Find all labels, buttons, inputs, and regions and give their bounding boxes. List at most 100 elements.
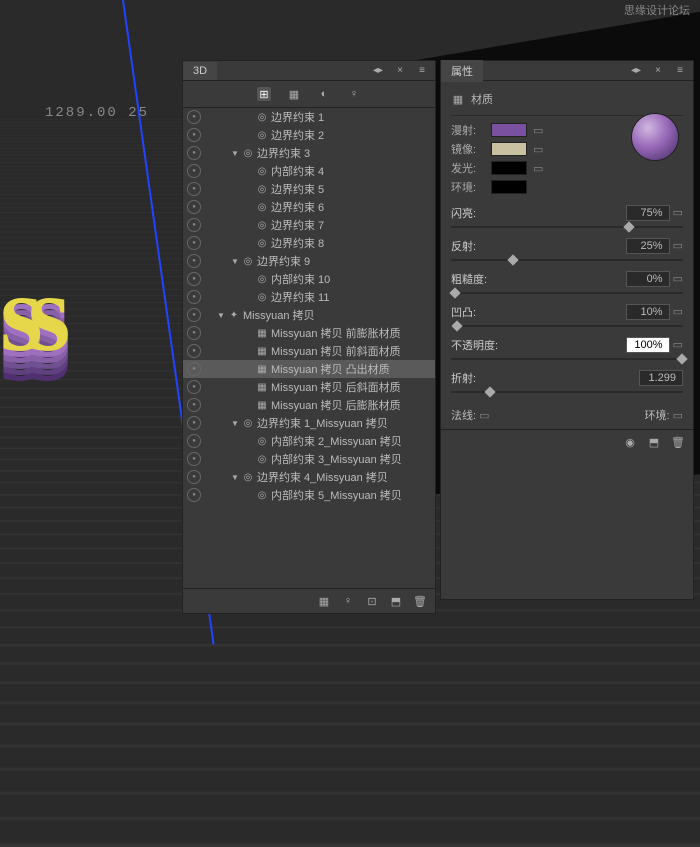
visibility-toggle[interactable]: [187, 200, 201, 214]
layer-row[interactable]: ▼✦Missyuan 拷贝: [183, 306, 435, 324]
layer-row[interactable]: ▦Missyuan 拷贝 凸出材质: [183, 360, 435, 378]
layer-row[interactable]: ▼◎边界约束 3: [183, 144, 435, 162]
folder-icon[interactable]: ▭: [673, 273, 683, 285]
footer-trash-icon[interactable]: 🗑: [671, 435, 685, 449]
diffuse-swatch[interactable]: [491, 123, 527, 137]
folder-icon[interactable]: ▭: [673, 207, 683, 219]
visibility-toggle[interactable]: [187, 164, 201, 178]
panel-tab-3d[interactable]: 3D: [183, 62, 217, 80]
reflect-value[interactable]: 25%: [626, 238, 670, 254]
visibility-toggle[interactable]: [187, 254, 201, 268]
collapse-icon[interactable]: ◂▸: [371, 64, 385, 78]
visibility-toggle[interactable]: [187, 308, 201, 322]
material-preview-sphere[interactable]: [631, 113, 679, 161]
footer-sphere-icon[interactable]: ◉: [623, 435, 637, 449]
bump-slider[interactable]: [451, 325, 683, 327]
expand-arrow-icon[interactable]: ▼: [217, 311, 227, 320]
layer-row[interactable]: ▦Missyuan 拷贝 前膨胀材质: [183, 324, 435, 342]
folder-icon[interactable]: ▭: [533, 143, 543, 156]
folder-icon[interactable]: ▭: [533, 162, 543, 175]
footer-trash-icon[interactable]: 🗑: [413, 594, 427, 608]
visibility-toggle[interactable]: [187, 416, 201, 430]
folder-icon[interactable]: ▭: [533, 124, 543, 137]
layer-label: 边界约束 7: [269, 217, 324, 233]
menu-icon[interactable]: ≡: [673, 64, 687, 78]
opacity-slider[interactable]: [451, 358, 683, 360]
close-icon[interactable]: ×: [393, 64, 407, 78]
mesh-icon[interactable]: ▦: [287, 87, 301, 101]
folder-icon[interactable]: ▭: [479, 410, 489, 422]
expand-arrow-icon[interactable]: ▼: [231, 473, 241, 482]
layer-row[interactable]: ▦Missyuan 拷贝 后膨胀材质: [183, 396, 435, 414]
visibility-toggle[interactable]: [187, 290, 201, 304]
visibility-toggle[interactable]: [187, 218, 201, 232]
specular-swatch[interactable]: [491, 142, 527, 156]
visibility-toggle[interactable]: [187, 110, 201, 124]
expand-arrow-icon[interactable]: ▼: [231, 149, 241, 158]
layer-row[interactable]: ◎边界约束 2: [183, 126, 435, 144]
layer-row[interactable]: ▦Missyuan 拷贝 前斜面材质: [183, 342, 435, 360]
opacity-value[interactable]: 100%: [626, 337, 670, 353]
layer-row[interactable]: ▼◎边界约束 9: [183, 252, 435, 270]
layer-row[interactable]: ◎内部约束 5_Missyuan 拷贝: [183, 486, 435, 504]
reflect-slider[interactable]: [451, 259, 683, 261]
layer-row[interactable]: ▦Missyuan 拷贝 后斜面材质: [183, 378, 435, 396]
visibility-toggle[interactable]: [187, 236, 201, 250]
layer-row[interactable]: ◎内部约束 2_Missyuan 拷贝: [183, 432, 435, 450]
glow-swatch[interactable]: [491, 161, 527, 175]
visibility-toggle[interactable]: [187, 326, 201, 340]
visibility-toggle[interactable]: [187, 362, 201, 376]
rough-value[interactable]: 0%: [626, 271, 670, 287]
visibility-toggle[interactable]: [187, 272, 201, 286]
layer-row[interactable]: ◎边界约束 8: [183, 234, 435, 252]
folder-icon[interactable]: ▭: [673, 306, 683, 318]
bump-value[interactable]: 10%: [626, 304, 670, 320]
scene-icon[interactable]: ⊞: [257, 87, 271, 101]
layer-list[interactable]: ◎边界约束 1◎边界约束 2▼◎边界约束 3◎内部约束 4◎边界约束 5◎边界约…: [183, 108, 435, 588]
layer-row[interactable]: ◎内部约束 10: [183, 270, 435, 288]
panel-tab-properties[interactable]: 属性: [441, 60, 483, 82]
layer-row[interactable]: ◎边界约束 5: [183, 180, 435, 198]
refract-value[interactable]: 1.299: [639, 370, 683, 386]
light-icon[interactable]: ♀: [347, 87, 361, 101]
layer-row[interactable]: ▼◎边界约束 1_Missyuan 拷贝: [183, 414, 435, 432]
visibility-toggle[interactable]: [187, 182, 201, 196]
layer-row[interactable]: ▼◎边界约束 4_Missyuan 拷贝: [183, 468, 435, 486]
visibility-toggle[interactable]: [187, 380, 201, 394]
visibility-toggle[interactable]: [187, 488, 201, 502]
material-icon[interactable]: ◐: [317, 87, 331, 101]
refract-slider[interactable]: [451, 391, 683, 393]
layer-row[interactable]: ◎边界约束 6: [183, 198, 435, 216]
ambient-swatch[interactable]: [491, 180, 527, 194]
visibility-toggle[interactable]: [187, 398, 201, 412]
expand-arrow-icon[interactable]: ▼: [231, 257, 241, 266]
footer-light-icon[interactable]: ♀: [341, 594, 355, 608]
visibility-toggle[interactable]: [187, 128, 201, 142]
visibility-toggle[interactable]: [187, 434, 201, 448]
folder-icon[interactable]: ▭: [673, 410, 683, 422]
layer-row[interactable]: ◎边界约束 1: [183, 108, 435, 126]
layer-row[interactable]: ◎边界约束 11: [183, 288, 435, 306]
expand-arrow-icon[interactable]: ▼: [231, 419, 241, 428]
footer-new-icon[interactable]: ⬒: [389, 594, 403, 608]
shine-slider[interactable]: [451, 226, 683, 228]
footer-render-icon[interactable]: ▦: [317, 594, 331, 608]
folder-icon[interactable]: ▭: [673, 339, 683, 351]
collapse-icon[interactable]: ◂▸: [629, 64, 643, 78]
layer-row[interactable]: ◎内部约束 4: [183, 162, 435, 180]
menu-icon[interactable]: ≡: [415, 64, 429, 78]
visibility-toggle[interactable]: [187, 470, 201, 484]
close-icon[interactable]: ×: [651, 64, 665, 78]
layer-row[interactable]: ◎边界约束 7: [183, 216, 435, 234]
rough-slider[interactable]: [451, 292, 683, 294]
shine-value[interactable]: 75%: [626, 205, 670, 221]
node-icon: ◎: [241, 418, 255, 429]
visibility-toggle[interactable]: [187, 452, 201, 466]
visibility-toggle[interactable]: [187, 344, 201, 358]
footer-new-icon[interactable]: ⬒: [647, 435, 661, 449]
visibility-toggle[interactable]: [187, 146, 201, 160]
node-icon: ◎: [255, 202, 269, 213]
layer-row[interactable]: ◎内部约束 3_Missyuan 拷贝: [183, 450, 435, 468]
folder-icon[interactable]: ▭: [673, 240, 683, 252]
footer-add-icon[interactable]: ⊡: [365, 594, 379, 608]
